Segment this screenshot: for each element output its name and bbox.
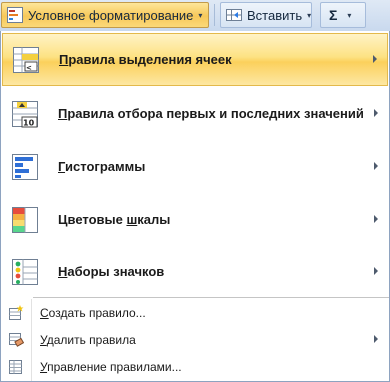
- highlight-cells-rules-icon: <: [13, 46, 39, 73]
- icon-sets-icon: [12, 258, 38, 285]
- insert-cells-icon: [226, 9, 242, 21]
- menu-item-icon-sets[interactable]: Наборы значков: [2, 245, 388, 298]
- menu-item-label: Правила отбора первых и последних значен…: [58, 106, 364, 121]
- submenu-arrow-icon: [374, 334, 378, 343]
- top-bottom-rules-icon: 10: [12, 100, 38, 127]
- chevron-down-icon: ▾: [198, 10, 203, 20]
- submenu-arrow-icon: [374, 161, 378, 170]
- menu-item-top-bottom-rules[interactable]: 10 Правила отбора первых и последних зна…: [2, 87, 388, 140]
- chevron-down-icon: ▾: [307, 10, 312, 20]
- conditional-formatting-button[interactable]: Условное форматирование ▾: [1, 2, 209, 28]
- menu-divider: [33, 297, 389, 298]
- clear-rules-icon: [9, 332, 24, 347]
- menu-item-color-scales[interactable]: Цветовые шкалы: [2, 193, 388, 246]
- menu-item-clear-rules[interactable]: Удалить правила: [2, 326, 388, 353]
- submenu-arrow-icon: [374, 266, 378, 275]
- data-bars-icon: [12, 153, 38, 180]
- menu-item-highlight-cells-rules[interactable]: < Правила выделения ячеек: [2, 33, 388, 86]
- new-rule-icon: [9, 304, 24, 320]
- conditional-formatting-label: Условное форматирование: [28, 7, 194, 23]
- menu-item-new-rule[interactable]: Создать правило...: [2, 299, 388, 326]
- svg-text:<: <: [26, 64, 32, 72]
- submenu-arrow-icon: [374, 214, 378, 223]
- menu-item-data-bars[interactable]: Гистограммы: [2, 140, 388, 193]
- ribbon-bar: Условное форматирование ▾ Вставить ▾ Σ ▾: [0, 0, 390, 32]
- conditional-formatting-menu: < Правила выделения ячеек 10 Правила отб…: [0, 31, 390, 382]
- autosum-icon: Σ: [329, 7, 338, 23]
- conditional-formatting-icon: [7, 7, 23, 23]
- menu-item-label: Наборы значков: [58, 264, 165, 279]
- manage-rules-icon: [9, 359, 22, 374]
- menu-item-label: Создать правило...: [40, 305, 146, 320]
- menu-item-label: Удалить правила: [40, 332, 136, 347]
- menu-item-label: Гистограммы: [58, 159, 146, 174]
- menu-item-label: Цветовые шкалы: [58, 212, 171, 227]
- submenu-arrow-icon: [373, 54, 377, 63]
- color-scales-icon: [12, 206, 38, 233]
- menu-item-label: Правила выделения ячеек: [59, 52, 232, 67]
- ribbon-separator: [214, 4, 215, 26]
- menu-item-manage-rules[interactable]: Управление правилами...: [2, 353, 388, 380]
- autosum-button[interactable]: Σ ▾: [320, 2, 366, 28]
- menu-item-label: Управление правилами...: [40, 359, 182, 374]
- insert-button[interactable]: Вставить ▾: [220, 2, 312, 28]
- insert-label: Вставить: [247, 7, 303, 23]
- svg-text:10: 10: [23, 118, 35, 127]
- chevron-down-icon: ▾: [347, 10, 352, 20]
- submenu-arrow-icon: [374, 108, 378, 117]
